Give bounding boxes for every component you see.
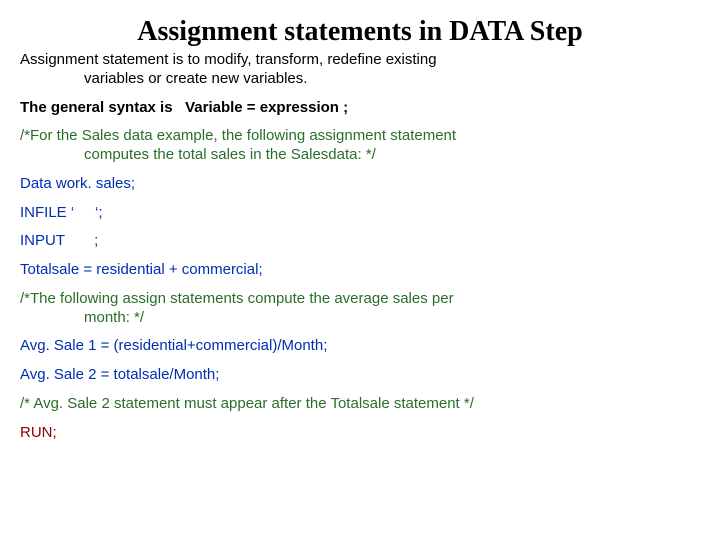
code-data: Data work. sales; bbox=[20, 175, 700, 194]
syntax-label: The general syntax is bbox=[20, 99, 173, 116]
kw-data: Data bbox=[20, 175, 52, 192]
kw-infile: INFILE bbox=[20, 204, 67, 221]
comment-1: /*For the Sales data example, the follow… bbox=[20, 127, 700, 165]
intro-line-2: variables or create new variables. bbox=[52, 70, 307, 87]
comment-2-line-1: /*The following assign statements comput… bbox=[20, 290, 454, 307]
code-infile: INFILE ‘ ‘; bbox=[20, 204, 700, 223]
comment-2-line-2: month: */ bbox=[52, 309, 144, 326]
code-avg1: Avg. Sale 1 = (residential+commercial)/M… bbox=[20, 337, 700, 356]
page-title: Assignment statements in DATA Step bbox=[20, 14, 700, 49]
syntax-expr: Variable = expression ; bbox=[185, 99, 348, 116]
code-input: INPUT ; bbox=[20, 232, 700, 251]
intro-text: Assignment statement is to modify, trans… bbox=[20, 51, 700, 89]
comment-3: /* Avg. Sale 2 statement must appear aft… bbox=[20, 395, 700, 414]
syntax-line: The general syntax is Variable = express… bbox=[20, 99, 700, 118]
syntax-pad bbox=[173, 99, 186, 116]
comment-1-line-2: computes the total sales in the Salesdat… bbox=[52, 146, 376, 163]
intro-line-1: Assignment statement is to modify, trans… bbox=[20, 51, 437, 68]
code-avg2: Avg. Sale 2 = totalsale/Month; bbox=[20, 366, 700, 385]
infile-value: ‘ ‘; bbox=[67, 204, 103, 221]
comment-1-line-1: /*For the Sales data example, the follow… bbox=[20, 127, 456, 144]
code-totalsale: Totalsale = residential + commercial; bbox=[20, 261, 700, 280]
comment-2: /*The following assign statements comput… bbox=[20, 290, 700, 328]
input-value: ; bbox=[65, 232, 98, 249]
data-value: work. sales; bbox=[52, 175, 135, 192]
kw-input: INPUT bbox=[20, 232, 65, 249]
code-run: RUN; bbox=[20, 424, 700, 443]
